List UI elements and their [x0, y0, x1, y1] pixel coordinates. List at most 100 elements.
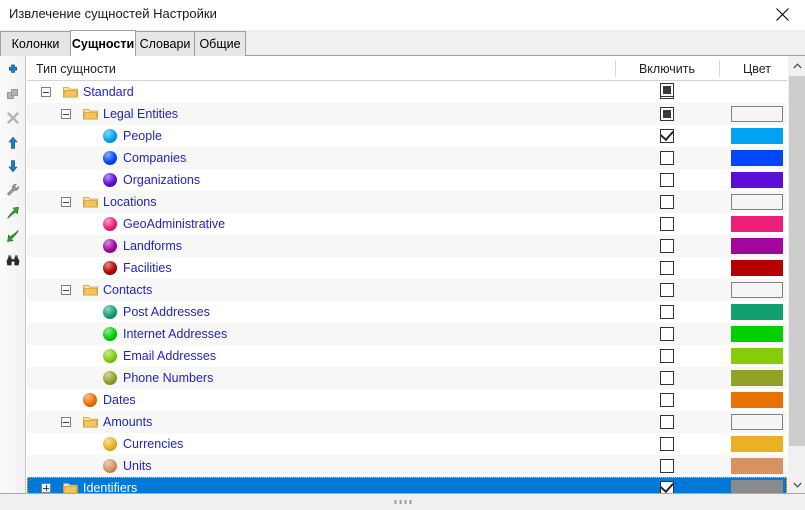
tab-label: Словари	[140, 37, 191, 51]
demote-button[interactable]	[3, 227, 23, 247]
enable-checkbox[interactable]	[660, 261, 674, 275]
x-icon	[5, 110, 21, 129]
table-row[interactable]: Post Addresses	[27, 301, 787, 323]
collapse-icon[interactable]	[41, 87, 51, 97]
table-row[interactable]: Landforms	[27, 235, 787, 257]
table-row[interactable]: Units	[27, 455, 787, 477]
entity-type-label: Companies	[123, 147, 186, 169]
chevron-down-icon	[793, 477, 802, 491]
enable-checkbox[interactable]	[660, 129, 674, 143]
entity-color-bubble	[103, 305, 117, 319]
enable-checkbox[interactable]	[660, 415, 674, 429]
close-button[interactable]	[759, 0, 805, 29]
close-icon	[776, 8, 789, 21]
table-row[interactable]: Facilities	[27, 257, 787, 279]
enable-checkbox[interactable]	[660, 437, 674, 451]
enable-checkbox[interactable]	[660, 239, 674, 253]
grid-header: Тип сущности Включить Цвет	[27, 56, 805, 81]
color-swatch[interactable]	[731, 282, 783, 298]
table-row[interactable]: Email Addresses	[27, 345, 787, 367]
tab-2[interactable]: Сущности	[70, 30, 136, 56]
table-row[interactable]: Locations	[27, 191, 787, 213]
collapse-icon[interactable]	[61, 109, 71, 119]
wrench-icon	[5, 182, 21, 201]
tab-strip: КолонкиСущности СловариОбщие	[0, 30, 805, 56]
tab-1[interactable]: Колонки	[0, 31, 71, 56]
color-swatch[interactable]	[731, 260, 783, 276]
enable-checkbox[interactable]	[660, 459, 674, 473]
column-header-color[interactable]: Цвет	[727, 56, 787, 81]
grip-dot	[394, 500, 396, 504]
enable-checkbox[interactable]	[660, 305, 674, 319]
color-swatch[interactable]	[731, 304, 783, 320]
color-swatch[interactable]	[731, 194, 783, 210]
enable-checkbox[interactable]	[660, 195, 674, 209]
arrow-up-icon	[5, 135, 21, 154]
color-swatch[interactable]	[731, 480, 783, 493]
enable-checkbox[interactable]	[660, 151, 674, 165]
table-row[interactable]: Amounts	[27, 411, 787, 433]
enable-checkbox[interactable]	[660, 283, 674, 297]
color-swatch[interactable]	[731, 392, 783, 408]
header-checkbox[interactable]	[660, 83, 674, 97]
table-row[interactable]: Currencies	[27, 433, 787, 455]
color-swatch[interactable]	[731, 436, 783, 452]
resize-grip[interactable]	[394, 500, 411, 504]
color-swatch[interactable]	[731, 370, 783, 386]
enable-checkbox[interactable]	[660, 173, 674, 187]
add-button[interactable]	[3, 62, 23, 82]
tab-3[interactable]: Словари	[135, 31, 195, 56]
move-down-button[interactable]	[3, 157, 23, 177]
enable-checkbox[interactable]	[660, 107, 674, 121]
enable-checkbox[interactable]	[660, 349, 674, 363]
move-up-button[interactable]	[3, 134, 23, 154]
table-row[interactable]: Contacts	[27, 279, 787, 301]
find-button[interactable]	[3, 252, 23, 272]
collapse-icon[interactable]	[61, 417, 71, 427]
color-swatch[interactable]	[731, 458, 783, 474]
enable-checkbox[interactable]	[660, 393, 674, 407]
table-row[interactable]: Identifiers	[27, 477, 787, 493]
scroll-up-button[interactable]	[788, 56, 805, 74]
table-row[interactable]: Dates	[27, 389, 787, 411]
color-swatch[interactable]	[731, 216, 783, 232]
collapse-icon[interactable]	[61, 197, 71, 207]
promote-button[interactable]	[3, 204, 23, 224]
collapse-icon[interactable]	[61, 285, 71, 295]
enable-checkbox[interactable]	[660, 371, 674, 385]
entity-color-bubble	[103, 129, 117, 143]
scrollbar-thumb[interactable]	[789, 76, 805, 446]
settings-button[interactable]	[3, 181, 23, 201]
entity-type-label: Identifiers	[83, 477, 137, 493]
scroll-down-button[interactable]	[788, 475, 805, 493]
expand-icon[interactable]	[41, 483, 51, 493]
color-swatch[interactable]	[731, 238, 783, 254]
color-swatch[interactable]	[731, 348, 783, 364]
tab-4[interactable]: Общие	[194, 31, 246, 56]
table-row[interactable]: Organizations	[27, 169, 787, 191]
table-row[interactable]: Phone Numbers	[27, 367, 787, 389]
vertical-scrollbar[interactable]	[787, 56, 805, 493]
enable-checkbox[interactable]	[660, 327, 674, 341]
bottom-splitter[interactable]	[0, 493, 805, 510]
color-swatch[interactable]	[731, 414, 783, 430]
enable-checkbox[interactable]	[660, 481, 674, 493]
color-swatch[interactable]	[731, 128, 783, 144]
table-row[interactable]: People	[27, 125, 787, 147]
tab-label: Сущности	[72, 37, 134, 51]
color-swatch[interactable]	[731, 106, 783, 122]
table-row[interactable]: GeoAdministrative	[27, 213, 787, 235]
table-row[interactable]: Internet Addresses	[27, 323, 787, 345]
enable-checkbox[interactable]	[660, 217, 674, 231]
color-swatch[interactable]	[731, 172, 783, 188]
grip-dot	[399, 500, 401, 504]
color-swatch[interactable]	[731, 150, 783, 166]
column-header-enabled[interactable]: Включить	[625, 56, 709, 81]
entity-row-list: StandardLegal EntitiesPeopleCompaniesOrg…	[27, 81, 787, 493]
table-row[interactable]: Companies	[27, 147, 787, 169]
color-swatch[interactable]	[731, 326, 783, 342]
table-row[interactable]: Legal Entities	[27, 103, 787, 125]
folder-icon	[83, 284, 98, 296]
column-header-type[interactable]: Тип сущности	[36, 56, 116, 81]
duplicate-button	[3, 86, 23, 106]
